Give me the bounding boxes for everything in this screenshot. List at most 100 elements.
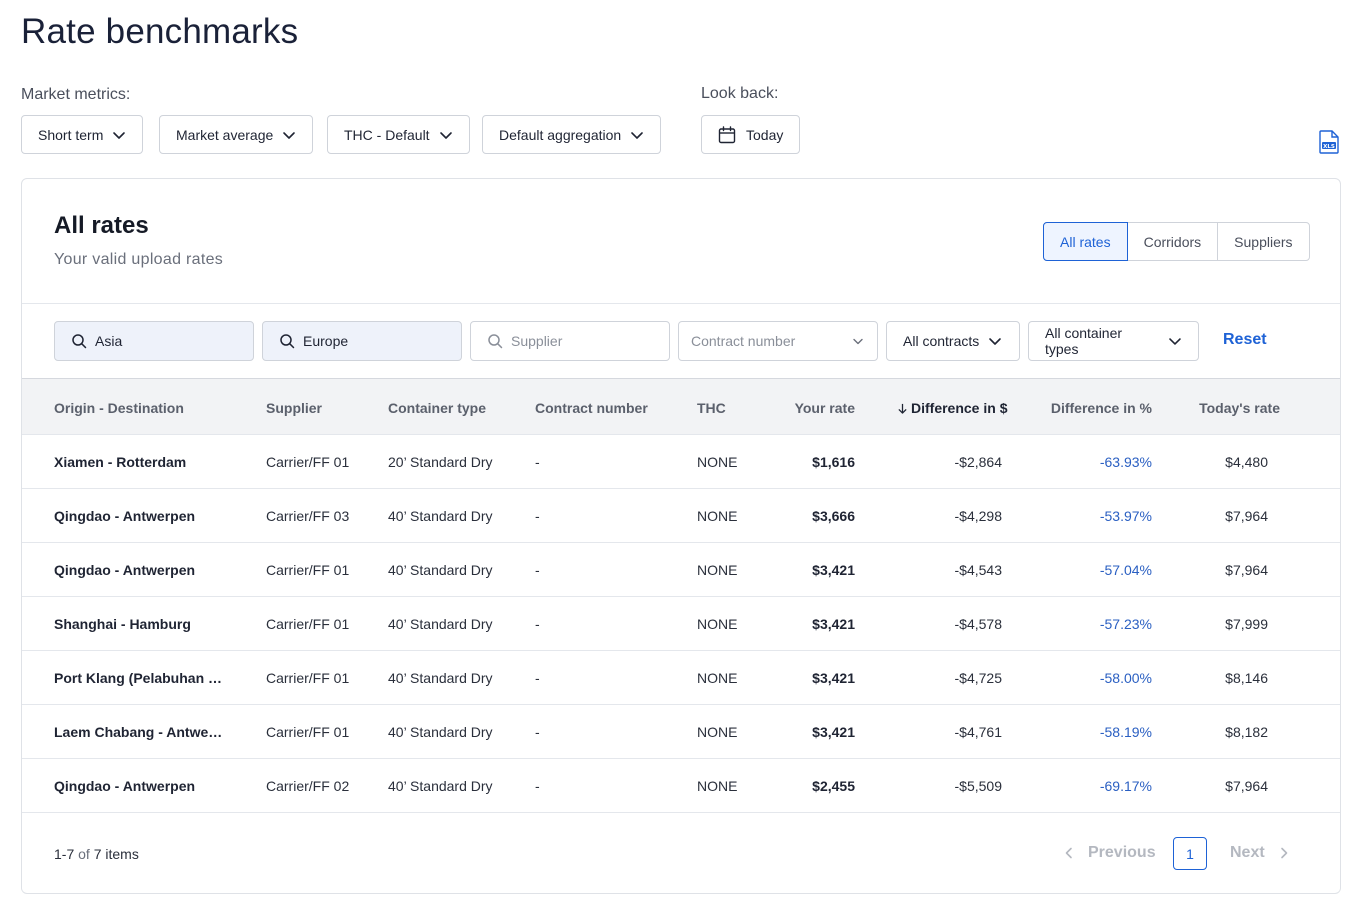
contract-number-placeholder: Contract number [691,333,796,349]
cell-contract: - [535,454,540,470]
destination-search-value: Europe [303,333,349,349]
cell-supplier: Carrier/FF 01 [266,670,350,686]
chevron-down-icon [853,338,863,345]
cell-rate: $3,421 [812,724,855,740]
market-dropdown[interactable]: Market average [159,115,314,154]
card-divider [22,303,1340,304]
cell-thc: NONE [697,670,738,686]
term-dropdown[interactable]: Short term [21,115,144,154]
column-container-type[interactable]: Container type [388,400,486,416]
cell-supplier: Carrier/FF 01 [266,616,350,632]
thc-dropdown[interactable]: THC - Default [327,115,470,154]
cell-supplier: Carrier/FF 01 [266,454,350,470]
column-contract-number[interactable]: Contract number [535,400,648,416]
chevron-down-icon [989,338,1002,345]
column-difference-usd[interactable]: Difference in $ [897,400,1007,416]
search-icon [280,334,295,349]
cell-container: 40’ Standard Dry [388,616,493,632]
chevron-left-icon [1065,847,1072,859]
cell-today: $7,964 [1225,778,1268,794]
chevron-down-icon [631,131,644,139]
destination-search-input[interactable]: Europe [262,321,462,361]
cell-today: $8,182 [1225,724,1268,740]
pagination-info: 1-7 of 7 items [54,846,139,862]
table-row[interactable]: Xiamen - Rotterdam Carrier/FF 01 20’ Stand… [22,435,1340,489]
pagination-total: 7 items [93,846,139,862]
table-row[interactable]: Port Klang (Pelabuhan K... Carrier/FF 01 4… [22,651,1340,705]
column-todays-rate[interactable]: Today's rate [1160,400,1280,416]
cell-diff: -$4,578 [954,616,1002,632]
previous-page-label: Previous [1088,844,1156,861]
tab-suppliers[interactable]: Suppliers [1217,223,1308,260]
cell-today: $4,480 [1225,454,1268,470]
xls-export-icon[interactable]: XLS [1318,130,1340,154]
cell-pct: -57.04% [1099,562,1152,578]
cell-container: 20’ Standard Dry [388,454,493,470]
look-back-label: Look back: [701,85,779,102]
calendar-icon [718,125,736,143]
next-page-button[interactable]: Next [1230,844,1291,862]
cell-od: Qingdao - Antwerpen [54,508,196,524]
aggregation-dropdown[interactable]: Default aggregation [482,115,662,154]
cell-diff: -$5,509 [954,778,1002,794]
cell-diff: -$2,864 [954,454,1002,470]
tab-corridors[interactable]: Corridors [1126,223,1218,260]
cell-container: 40’ Standard Dry [388,670,493,686]
column-origin-destination[interactable]: Origin - Destination [54,400,184,416]
table-row[interactable]: Shanghai - Hamburg Carrier/FF 01 40’ Stand… [22,597,1340,651]
chevron-down-icon [283,131,296,139]
cell-contract: - [535,616,540,632]
look-back-date-picker[interactable]: Today [701,115,801,154]
cell-contract: - [535,562,540,578]
table-row[interactable]: Qingdao - Antwerpen Carrier/FF 02 40’ Stan… [22,759,1340,813]
cell-diff: -$4,298 [954,508,1002,524]
next-page-label: Next [1230,844,1265,861]
cell-container: 40’ Standard Dry [388,778,493,794]
search-icon [72,334,87,349]
previous-page-button[interactable]: Previous [1062,844,1156,862]
cell-rate: $3,421 [812,616,855,632]
cell-diff: -$4,543 [954,562,1002,578]
cell-thc: NONE [697,508,738,524]
cell-od: Qingdao - Antwerpen [54,562,196,578]
thc-dropdown-label: THC - Default [344,126,430,143]
column-thc[interactable]: THC [697,400,726,416]
look-back-value: Today [746,126,784,143]
table-row[interactable]: Qingdao - Antwerpen Carrier/FF 03 40’ Stan… [22,489,1340,543]
card-subtitle: Your valid upload rates [54,251,224,268]
column-difference-pct[interactable]: Difference in % [1032,400,1152,416]
table-row[interactable]: Qingdao - Antwerpen Carrier/FF 01 40’ Stan… [22,543,1340,597]
table-row[interactable]: Laem Chabang - Antwer... Carrier/FF 01 40’… [22,705,1340,759]
cell-today: $8,146 [1225,670,1268,686]
cell-diff: -$4,761 [954,724,1002,740]
cell-od: Port Klang (Pelabuhan K... [54,670,224,686]
cell-rate: $1,616 [812,454,855,470]
cell-rate: $3,666 [812,508,855,524]
origin-search-value: Asia [95,333,123,349]
cell-contract: - [535,670,540,686]
cell-contract: - [535,724,540,740]
cell-od: Laem Chabang - Antwer... [54,724,224,740]
cell-supplier: Carrier/FF 01 [266,562,350,578]
contracts-dropdown-label: All contracts [903,333,980,349]
column-your-rate[interactable]: Your rate [755,400,855,416]
cell-supplier: Carrier/FF 03 [266,508,350,524]
contracts-dropdown[interactable]: All contracts [886,321,1020,361]
contract-number-select[interactable]: Contract number [678,321,878,361]
tab-all-rates[interactable]: All rates [1043,222,1128,261]
cell-thc: NONE [697,778,738,794]
reset-button[interactable]: Reset [1223,331,1267,349]
origin-search-input[interactable]: Asia [54,321,254,361]
card-title: All rates [54,212,149,239]
column-difference-usd-label: Difference in $ [911,400,1008,416]
page-title: Rate benchmarks [21,12,299,51]
chevron-right-icon [1280,847,1287,859]
supplier-search-input[interactable]: Supplier [470,321,670,361]
table-header: Origin - Destination Supplier Container … [22,378,1340,435]
cell-container: 40’ Standard Dry [388,508,493,524]
page-number-button[interactable]: 1 [1173,837,1207,870]
column-supplier[interactable]: Supplier [266,400,322,416]
market-dropdown-label: Market average [176,126,274,143]
container-types-dropdown[interactable]: All container types [1028,321,1199,361]
sort-arrow-down-icon [898,403,907,414]
